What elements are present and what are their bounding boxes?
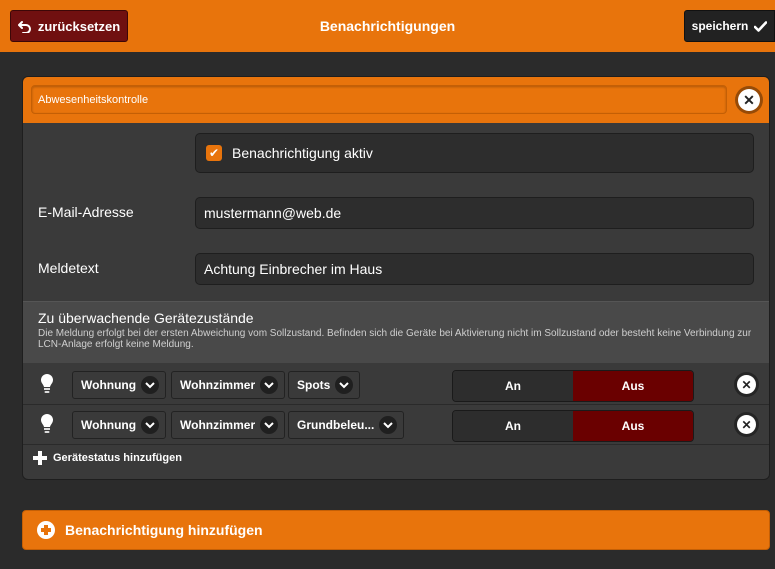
active-checkbox-label: Benachrichtigung aktiv (232, 145, 373, 161)
plus-icon (33, 451, 47, 465)
chevron-down-icon (379, 416, 398, 434)
monitoring-description: Die Meldung erfolgt bei der ersten Abwei… (38, 328, 752, 350)
select-room[interactable]: Wohnzimmer (171, 371, 286, 399)
save-button-label: speichern (691, 19, 749, 33)
select-room-value: Wohnzimmer (180, 378, 256, 392)
header-bar: zurücksetzen Benachrichtigungen speicher… (0, 0, 775, 52)
state-on-button[interactable]: An (453, 411, 573, 441)
select-location[interactable]: Wohnung (72, 411, 167, 439)
state-on-button[interactable]: An (453, 371, 573, 401)
add-device-state-label: Gerätestatus hinzufügen (53, 452, 182, 464)
email-field[interactable] (195, 197, 754, 229)
message-label: Meldetext (38, 260, 99, 276)
monitoring-section-header: Zu überwachende Gerätezustände Die Meldu… (23, 301, 769, 363)
select-location-value: Wohnung (81, 418, 137, 432)
add-notification-button[interactable]: Benachrichtigung hinzufügen (22, 510, 770, 550)
plus-icon (37, 521, 55, 539)
state-off-button[interactable]: Aus (573, 411, 693, 441)
state-toggle: An Aus (452, 370, 694, 402)
undo-arrow-icon (17, 21, 31, 33)
select-device[interactable]: Grundbeleu... (288, 411, 405, 439)
checkmark-icon: ✔ (206, 145, 222, 161)
select-device-value: Spots (297, 378, 331, 392)
active-checkbox[interactable]: ✔ Benachrichtigung aktiv (195, 133, 754, 173)
close-icon[interactable]: ✕ (738, 89, 760, 111)
close-icon[interactable]: ✕ (737, 375, 756, 394)
select-room-value: Wohnzimmer (180, 418, 256, 432)
monitoring-title: Zu überwachende Gerätezustände (38, 310, 254, 326)
chevron-down-icon (260, 376, 279, 394)
checkmark-icon (754, 20, 768, 32)
select-location-value: Wohnung (81, 378, 137, 392)
chevron-down-icon (141, 376, 160, 394)
close-icon[interactable]: ✕ (737, 415, 756, 434)
lightbulb-icon (41, 374, 53, 393)
lightbulb-icon (41, 414, 53, 433)
device-state-row: Wohnung Wohnzimmer Grundbeleu... An Aus … (23, 405, 769, 445)
reset-button[interactable]: zurücksetzen (10, 10, 128, 42)
add-device-state-button[interactable]: Gerätestatus hinzufügen (33, 451, 182, 465)
page-title: Benachrichtigungen (319, 18, 456, 34)
notification-name-input[interactable] (31, 85, 727, 114)
chevron-down-icon (335, 376, 354, 394)
add-notification-label: Benachrichtigung hinzufügen (65, 522, 263, 538)
save-button[interactable]: speichern (684, 10, 775, 42)
email-label: E-Mail-Adresse (38, 204, 134, 220)
select-location[interactable]: Wohnung (72, 371, 167, 399)
device-state-row: Wohnung Wohnzimmer Spots An Aus ✕ (23, 365, 769, 405)
select-device[interactable]: Spots (288, 371, 361, 399)
select-room[interactable]: Wohnzimmer (171, 411, 286, 439)
panel-header: ✕ (23, 77, 769, 123)
select-device-value: Grundbeleu... (297, 418, 375, 432)
state-toggle: An Aus (452, 410, 694, 442)
reset-button-label: zurücksetzen (37, 18, 121, 34)
chevron-down-icon (260, 416, 279, 434)
state-off-button[interactable]: Aus (573, 371, 693, 401)
message-field[interactable] (195, 253, 754, 285)
notification-panel: ✕ ✔ Benachrichtigung aktiv E-Mail-Adress… (22, 76, 770, 480)
chevron-down-icon (141, 416, 160, 434)
